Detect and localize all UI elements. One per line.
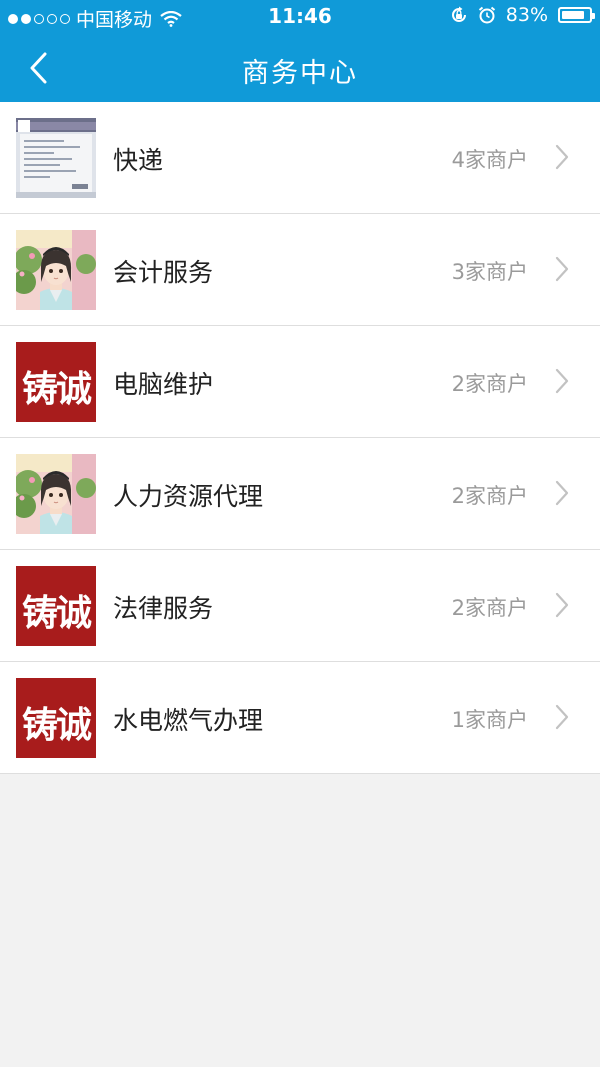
- page-title: 商务中心: [242, 58, 358, 89]
- zhucheng-logo: 铸诚: [16, 678, 96, 758]
- list-item-label: 会计服务: [113, 258, 214, 287]
- list-item-label: 人力资源代理: [113, 482, 264, 511]
- chevron-right-icon: [555, 592, 569, 618]
- merchant-count: 2家商户: [451, 484, 528, 508]
- list-item[interactable]: 快递 4家商户: [0, 102, 600, 214]
- navigation-bar: 商务中心: [0, 34, 600, 102]
- status-bar: 中国移动 11:46 83%: [0, 0, 600, 34]
- zhucheng-logo-icon: 铸诚: [16, 342, 96, 422]
- alarm-icon: [478, 6, 495, 24]
- avatar-character-icon: [16, 454, 96, 534]
- list-item-label: 电脑维护: [113, 370, 214, 399]
- battery-percentage: 83%: [505, 4, 548, 26]
- top-bar: 中国移动 11:46 83% 商务中心: [0, 0, 600, 102]
- chevron-right-icon: [555, 480, 569, 506]
- list-item[interactable]: 铸诚 电脑维护 2家商户: [0, 326, 600, 438]
- battery-icon: [558, 7, 595, 23]
- list-item[interactable]: 会计服务 3家商户: [0, 214, 600, 326]
- avatar-character-icon: [16, 230, 96, 310]
- chevron-right-icon: [555, 144, 569, 170]
- list-item[interactable]: 铸诚 水电燃气办理 1家商户: [0, 662, 600, 774]
- status-right: 83%: [450, 4, 595, 26]
- merchant-count: 3家商户: [451, 260, 528, 284]
- list-item-label: 快递: [113, 146, 164, 175]
- zhucheng-logo-icon: 铸诚: [16, 566, 96, 646]
- chevron-right-icon: [555, 368, 569, 394]
- orientation-lock-icon: [451, 6, 466, 22]
- list-item-label: 法律服务: [113, 594, 214, 623]
- list-item[interactable]: 人力资源代理 2家商户: [0, 438, 600, 550]
- list-item[interactable]: 铸诚 法律服务 2家商户: [0, 550, 600, 662]
- merchant-count: 1家商户: [451, 708, 528, 732]
- chevron-right-icon: [555, 256, 569, 282]
- merchant-count: 2家商户: [451, 596, 528, 620]
- category-list: 快递 4家商户 会计服务 3家商户 铸诚 电脑维护 2家商户 人力资源代理 2家…: [0, 102, 600, 774]
- zhucheng-logo: 铸诚: [16, 566, 96, 646]
- screenshot-thumbnail-icon: [16, 118, 96, 198]
- zhucheng-logo-icon: 铸诚: [16, 678, 96, 758]
- zhucheng-logo: 铸诚: [16, 342, 96, 422]
- chevron-right-icon: [555, 704, 569, 730]
- merchant-count: 4家商户: [451, 148, 528, 172]
- merchant-count: 2家商户: [451, 372, 528, 396]
- list-item-label: 水电燃气办理: [113, 706, 264, 735]
